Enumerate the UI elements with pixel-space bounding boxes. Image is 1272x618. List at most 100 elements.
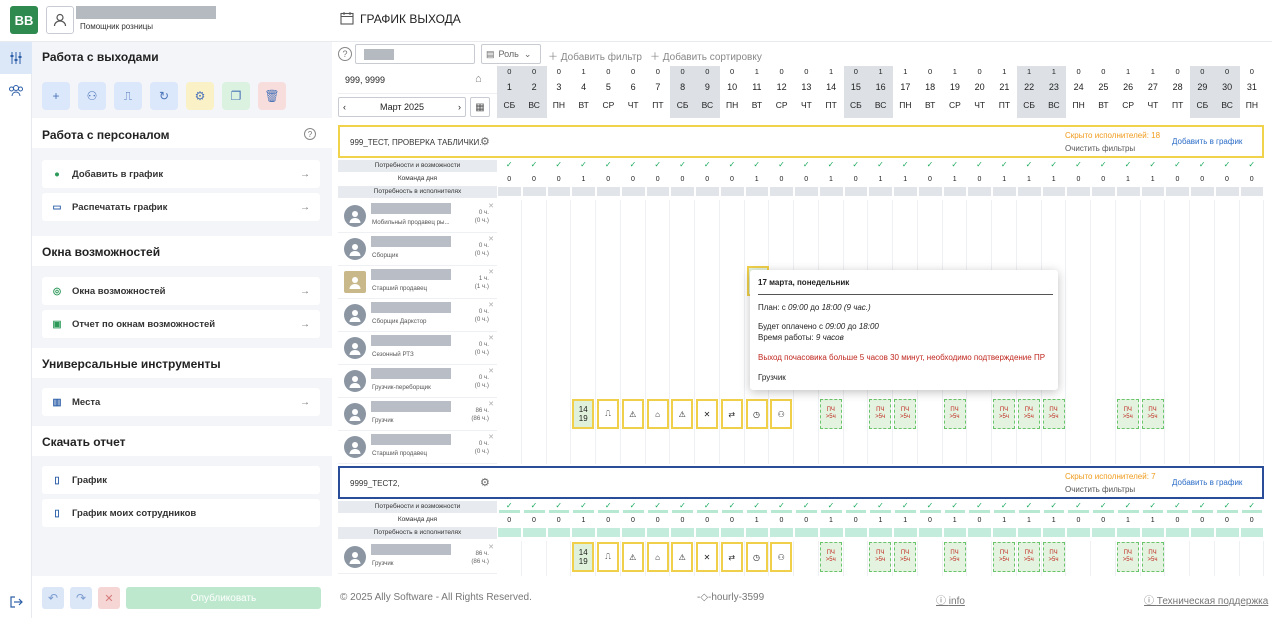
card-windows-report[interactable]: ▣ Отчет по окнам возможностей → — [42, 310, 320, 338]
hourly-shift-block[interactable]: ПЧ >5ч — [943, 542, 966, 572]
shift-block[interactable]: ⎍ — [597, 399, 619, 429]
add-to-schedule-link[interactable]: Добавить в график — [1172, 137, 1242, 146]
remove-icon[interactable]: ✕ — [488, 433, 494, 441]
remove-icon[interactable]: ✕ — [488, 301, 494, 309]
day-column-header[interactable]: 1 4 ВТ — [571, 66, 596, 118]
hourly-shift-block[interactable]: ПЧ >5ч — [894, 542, 916, 572]
hourly-shift-block[interactable]: ПЧ >5ч — [1042, 399, 1065, 429]
team-icon[interactable] — [0, 74, 32, 106]
hourly-shift-block[interactable]: ПЧ >5ч — [1141, 542, 1164, 572]
shift-block[interactable]: ⚠ — [621, 399, 644, 429]
shift-block[interactable]: ⇄ — [720, 399, 743, 429]
home-icon[interactable]: ⌂ — [475, 73, 482, 85]
shift-block[interactable]: ⚠ — [671, 542, 694, 572]
shift-block[interactable]: ◷ — [745, 542, 768, 572]
hourly-shift-block[interactable]: ПЧ >5ч — [1116, 542, 1139, 572]
schedule-tools-icon[interactable] — [0, 42, 32, 74]
shift-block[interactable]: ⚇ — [770, 399, 793, 429]
users-tool-button[interactable]: ⚇ — [78, 82, 106, 110]
app-logo[interactable]: BB — [10, 6, 38, 34]
card-print-schedule[interactable]: ▭ Распечатать график → — [42, 193, 320, 221]
card-places[interactable]: ▥ Места → — [42, 388, 320, 416]
chevron-left-icon[interactable]: ‹ — [343, 102, 346, 112]
hourly-shift-block[interactable]: ПЧ >5ч — [819, 399, 842, 429]
card-download-schedule[interactable]: ▯ График — [42, 466, 320, 494]
redo-icon[interactable]: ↷ — [70, 587, 92, 609]
day-column-header[interactable]: 0 9 ВС — [695, 66, 720, 118]
support-link[interactable]: ⓘ Техническая поддержка — [1144, 592, 1268, 607]
date-picker-icon[interactable]: ▦ — [470, 97, 490, 117]
hourly-shift-block[interactable]: ПЧ >5ч — [1017, 399, 1040, 429]
shift-block[interactable]: ✕ — [696, 399, 718, 429]
employee-row[interactable]: Грузчик 86 ч. (86 ч.) ✕ — [338, 398, 497, 431]
remove-icon[interactable]: ✕ — [488, 268, 494, 276]
hourly-shift-block[interactable]: ПЧ >5ч — [1017, 542, 1040, 572]
clear-filters-link[interactable]: Очистить фильтры — [1065, 144, 1135, 153]
info-link[interactable]: ⓘ info — [936, 592, 965, 607]
shift-block[interactable]: 14 19 — [572, 542, 595, 572]
remove-icon[interactable]: ✕ — [488, 400, 494, 408]
employee-row[interactable]: Грузчик-переборщик 0 ч. (0 ч.) ✕ — [338, 365, 497, 398]
employee-row[interactable]: Сборщик 0 ч. (0 ч.) ✕ — [338, 233, 497, 266]
day-column-header[interactable]: 0 24 ПН — [1066, 66, 1091, 118]
shift-block[interactable]: ⚇ — [770, 542, 793, 572]
refresh-tool-button[interactable]: ↻ — [150, 82, 178, 110]
gear-tool-button[interactable]: ⚙ — [186, 82, 214, 110]
hourly-shift-block[interactable]: ПЧ >5ч — [819, 542, 842, 572]
card-add-to-schedule[interactable]: ● Добавить в график → — [42, 160, 320, 188]
search-input[interactable] — [355, 44, 475, 64]
user-avatar-icon[interactable] — [46, 6, 74, 34]
day-column-header[interactable]: 1 17 ПН — [893, 66, 918, 118]
stamp-tool-button[interactable]: ⎍ — [114, 82, 142, 110]
discard-icon[interactable]: ✕ — [98, 587, 120, 609]
shift-block[interactable]: ⚠ — [671, 399, 694, 429]
chevron-right-icon[interactable]: › — [458, 102, 461, 112]
card-opportunity-windows[interactable]: ◎ Окна возможностей → — [42, 277, 320, 305]
add-filter-button[interactable]: ＋ Добавить фильтр — [548, 48, 642, 63]
hourly-shift-block[interactable]: ПЧ >5ч — [869, 542, 892, 572]
hourly-shift-block[interactable]: ПЧ >5ч — [1141, 399, 1164, 429]
remove-icon[interactable]: ✕ — [488, 367, 494, 375]
day-column-header[interactable]: 1 19 СР — [943, 66, 968, 118]
day-column-header[interactable]: 0 3 ПН — [547, 66, 572, 118]
hourly-shift-block[interactable]: ПЧ >5ч — [1116, 399, 1139, 429]
undo-icon[interactable]: ↶ — [42, 587, 64, 609]
role-filter[interactable]: ▤ Роль ⌄ — [481, 44, 541, 64]
day-column-header[interactable]: 0 18 ВТ — [918, 66, 943, 118]
shift-block[interactable]: ⌂ — [646, 542, 669, 572]
day-column-header[interactable]: 0 1 СБ — [497, 66, 522, 118]
logout-icon[interactable] — [0, 588, 32, 616]
day-column-header[interactable]: 0 7 ПТ — [646, 66, 671, 118]
day-column-header[interactable]: 0 5 СР — [596, 66, 621, 118]
employee-row[interactable]: Грузчик 86 ч. (86 ч.) ✕ — [338, 541, 497, 574]
hourly-shift-block[interactable]: ПЧ >5ч — [943, 399, 966, 429]
day-column-header[interactable]: 0 31 ПН — [1240, 66, 1265, 118]
remove-icon[interactable]: ✕ — [488, 543, 494, 551]
shift-block[interactable]: ⇄ — [720, 542, 743, 572]
hourly-shift-block[interactable]: ПЧ >5ч — [869, 399, 892, 429]
gear-icon[interactable]: ⚙ — [480, 476, 490, 489]
publish-button[interactable]: Опубликовать — [126, 587, 321, 609]
day-column-header[interactable]: 0 13 ЧТ — [794, 66, 819, 118]
day-column-header[interactable]: 0 10 ПН — [720, 66, 745, 118]
employee-row[interactable]: Сборщик Даркстор 0 ч. (0 ч.) ✕ — [338, 299, 497, 332]
day-column-header[interactable]: 1 14 ПТ — [819, 66, 844, 118]
day-column-header[interactable]: 0 2 ВС — [521, 66, 547, 118]
add-to-schedule-link[interactable]: Добавить в график — [1172, 478, 1242, 487]
shift-block[interactable]: ⎍ — [597, 542, 619, 572]
hourly-shift-block[interactable]: ПЧ >5ч — [894, 399, 916, 429]
employee-row[interactable]: Мобильный продавец ры... 0 ч. (0 ч.) ✕ — [338, 200, 497, 233]
day-column-header[interactable]: 0 25 ВТ — [1091, 66, 1116, 118]
shift-block[interactable]: ⚠ — [621, 542, 644, 572]
remove-icon[interactable]: ✕ — [488, 202, 494, 210]
day-column-header[interactable]: 1 26 СР — [1116, 66, 1141, 118]
day-column-header[interactable]: 0 6 ЧТ — [621, 66, 646, 118]
plus-tool-button[interactable]: + — [42, 82, 70, 110]
day-column-header[interactable]: 1 23 ВС — [1041, 66, 1067, 118]
day-column-header[interactable]: 0 30 ВС — [1214, 66, 1240, 118]
day-column-header[interactable]: 1 27 ЧТ — [1141, 66, 1166, 118]
add-sort-button[interactable]: ＋ Добавить сортировку — [650, 48, 762, 63]
employee-row[interactable]: Старший продавец 0 ч. (0 ч.) ✕ — [338, 431, 497, 464]
employee-row[interactable]: Сезонный РТЗ 0 ч. (0 ч.) ✕ — [338, 332, 497, 365]
shift-block[interactable]: 14 19 — [572, 399, 595, 429]
